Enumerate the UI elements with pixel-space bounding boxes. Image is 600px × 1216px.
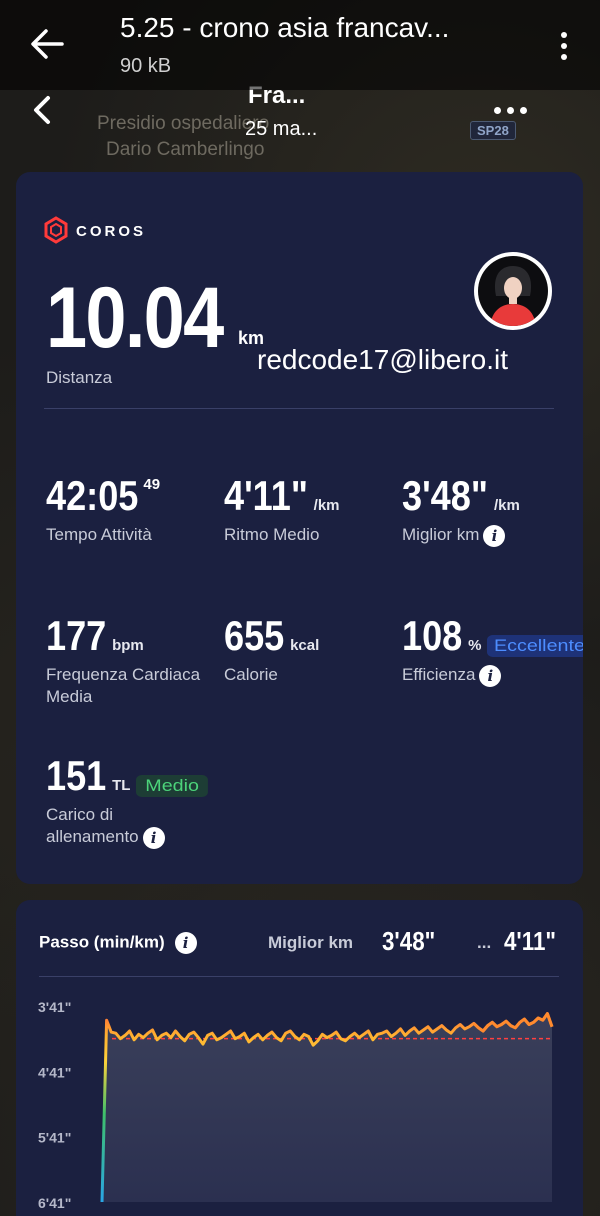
viewer-back-arrow-icon[interactable]	[28, 24, 68, 64]
calories-label: Calorie	[224, 665, 278, 684]
avatar-person-icon	[490, 266, 536, 326]
training-load-label: Carico di allenamento	[46, 805, 139, 846]
y-tick-label: 5'41"	[38, 1130, 71, 1146]
viewer-top-bar: 5.25 - crono asia francav... 90 kB	[0, 0, 600, 90]
training-load-info-icon[interactable]: i	[142, 826, 165, 849]
pace-chart: 3'41" 4'41" 5'41" 6'41"	[38, 999, 554, 1211]
pace-chart-card: Passo (min/km) i Miglior km 3'48" ... 4'1…	[16, 900, 583, 1216]
distance-value: 10.04	[46, 270, 224, 366]
file-title: 5.25 - crono asia francav...	[120, 12, 450, 43]
efficiency-value: 108	[402, 612, 463, 659]
time-hundredths: 49	[143, 476, 161, 493]
app-back-icon[interactable]	[28, 92, 58, 128]
stat-time: 42:05 49 Tempo Attività	[46, 472, 160, 546]
avatar[interactable]	[474, 252, 552, 330]
map-label-hospital: Presidio ospedaliero	[97, 113, 270, 134]
activity-date: 25 ma...	[245, 118, 318, 140]
stat-avg-pace: 4'11" /km Ritmo Medio	[224, 472, 340, 546]
user-email: redcode17@libero.it	[257, 344, 509, 375]
activity-summary-card: COROS 10.04 km Distanza redcode17@libero…	[16, 172, 583, 884]
pace-area	[102, 1013, 552, 1202]
heart-rate-label: Frequenza Cardiaca Media	[46, 665, 201, 706]
best-km-value: 3'48"	[402, 472, 488, 519]
map-road-sign: SP28	[470, 121, 516, 140]
calories-unit: kcal	[290, 637, 320, 654]
brand-text: COROS	[76, 223, 146, 240]
heart-rate-unit: bpm	[112, 637, 144, 654]
more-options-icon[interactable]	[494, 104, 530, 116]
best-km-label: Miglior km	[402, 525, 480, 544]
y-tick-label: 4'41"	[38, 1064, 71, 1080]
summary-divider	[44, 408, 554, 409]
map-label-street: Dario Camberlingo	[106, 139, 265, 160]
best-km-unit: /km	[493, 497, 520, 514]
heart-rate-value: 177	[46, 612, 107, 659]
efficiency-info-icon[interactable]: i	[479, 664, 502, 687]
best-km-info-icon[interactable]: i	[483, 524, 506, 547]
stat-best-km: 3'48" /km Miglior km i	[402, 472, 520, 547]
training-load-badge: Medio	[136, 774, 209, 797]
y-tick-label: 6'41"	[38, 1195, 71, 1211]
y-tick-label: 3'41"	[38, 999, 71, 1015]
training-load-unit: TL	[112, 777, 131, 794]
coros-logo: COROS	[44, 216, 146, 244]
time-value: 42:05	[46, 472, 139, 519]
time-label: Tempo Attività	[46, 525, 152, 544]
stat-calories: 655 kcal Calorie	[224, 612, 319, 686]
calories-value: 655	[224, 612, 285, 659]
overflow-menu-icon[interactable]	[552, 28, 576, 64]
efficiency-badge: Eccellente	[487, 634, 583, 657]
stat-training-load: 151 TL Medio Carico di allenamento i	[46, 752, 209, 849]
stat-heart-rate: 177 bpm Frequenza Cardiaca Media	[46, 612, 206, 708]
efficiency-label: Efficienza	[402, 665, 476, 684]
distance-label: Distanza	[46, 368, 113, 387]
efficiency-unit: %	[468, 637, 482, 654]
avg-pace-unit: /km	[313, 497, 340, 514]
training-load-value: 151	[46, 752, 107, 799]
stat-efficiency: 108% Eccellente Efficienza i	[402, 612, 583, 687]
avg-pace-label: Ritmo Medio	[224, 525, 320, 544]
avg-pace-value: 4'11"	[224, 472, 308, 519]
file-size: 90 kB	[120, 55, 172, 77]
